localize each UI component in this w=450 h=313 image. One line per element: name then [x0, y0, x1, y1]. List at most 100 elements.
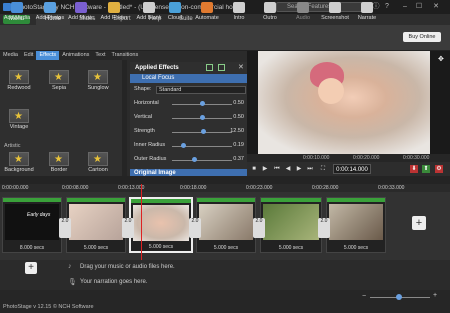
maximize-button[interactable]: ☐: [413, 1, 425, 13]
add-photos-button[interactable]: Add Photos: [33, 2, 67, 24]
tab-edit[interactable]: Edit: [21, 51, 36, 60]
intro-icon: [233, 2, 245, 13]
effect-cartoon[interactable]: ★ Cartoon: [83, 152, 113, 173]
narration-track[interactable]: 🎙 Your narration goes here.: [0, 276, 450, 290]
rewind-icon[interactable]: ◀: [284, 165, 292, 173]
transition-marker[interactable]: 2.0: [59, 218, 71, 238]
timeline-toolbar: [0, 176, 450, 184]
effect-border[interactable]: ★ Border: [44, 152, 74, 173]
cloud-icon: [169, 2, 181, 13]
add-track-button[interactable]: +: [25, 262, 37, 274]
transition-marker[interactable]: 2.0: [189, 218, 201, 238]
shape-select[interactable]: Standard: [156, 86, 246, 94]
star-icon: ★: [54, 154, 63, 165]
transition-duration: 2.0: [61, 218, 69, 224]
timeline-clip[interactable]: Early days 8.000 secs: [2, 197, 62, 253]
preview-tick: 0:00:10.000: [303, 155, 330, 161]
play-icon[interactable]: ▶: [261, 165, 269, 173]
add-media-button[interactable]: Add Media: [0, 2, 34, 24]
param-vertical[interactable]: Vertical 0.50: [134, 114, 246, 122]
param-outer-radius[interactable]: Outer Radius 0.37: [134, 156, 246, 164]
cloud-button[interactable]: Cloud: [158, 2, 192, 24]
add-music-label: Add Music: [68, 15, 94, 21]
transition-marker[interactable]: 2.0: [122, 218, 134, 238]
narration-hint: Your narration goes here.: [80, 279, 148, 285]
previous-icon[interactable]: ⏮: [273, 165, 281, 173]
clip-caption: Early days: [27, 212, 51, 218]
add-folder-button[interactable]: Add Folder: [97, 2, 131, 24]
audio-button[interactable]: Audio: [286, 2, 320, 24]
audio-label: Audio: [295, 15, 311, 21]
music-icon: ♪: [68, 263, 72, 270]
expand-icon[interactable]: ✥: [438, 55, 444, 63]
preview-tick: 0:00:30.000: [403, 155, 430, 161]
param-strength[interactable]: Strength 12.50: [134, 128, 246, 136]
timeline-clip[interactable]: 5.000 secs: [260, 197, 322, 253]
timeline-ruler[interactable]: 0:00:00.000 0:00:08.000 0:00:13.000 0:00…: [0, 184, 450, 192]
narrate-button[interactable]: Narrate: [350, 2, 384, 24]
intro-button[interactable]: Intro: [222, 2, 256, 24]
intro-label: Intro: [233, 15, 245, 21]
outro-button[interactable]: Outro: [253, 2, 287, 24]
add-effect-icon[interactable]: [206, 64, 213, 71]
timeline-clip[interactable]: 5.000 secs: [326, 197, 386, 253]
slider-knob[interactable]: [180, 143, 186, 148]
settings-icon[interactable]: ⚙: [435, 165, 443, 173]
zoom-out-icon[interactable]: −: [362, 293, 366, 300]
tab-transitions[interactable]: Transitions: [109, 51, 142, 60]
slider-knob[interactable]: [199, 115, 205, 120]
close-panel-icon[interactable]: ✕: [238, 63, 244, 71]
slider-knob[interactable]: [200, 129, 206, 134]
add-clip-button[interactable]: +: [412, 216, 426, 230]
remove-effect-icon[interactable]: [218, 64, 225, 71]
effect-background[interactable]: ★ Background: [4, 152, 34, 173]
stop-icon[interactable]: ■: [250, 165, 258, 173]
slider-knob[interactable]: [199, 101, 205, 106]
timeline-clip[interactable]: 5.000 secs: [196, 197, 256, 253]
export-icon[interactable]: ⬇: [410, 165, 418, 173]
timeline-clip[interactable]: 5.000 secs: [66, 197, 126, 253]
effect-sepia[interactable]: ★ Sepia: [44, 70, 74, 91]
zoom-knob[interactable]: [396, 294, 402, 300]
param-value: 12.50: [230, 128, 244, 134]
slider-knob[interactable]: [191, 157, 197, 162]
zoom-in-icon[interactable]: +: [433, 292, 437, 299]
applied-effects-panel: Applied Effects ✕ Local Focus Shape: Sta…: [130, 62, 248, 178]
effect-vintage[interactable]: ★ Vintage: [4, 109, 34, 130]
close-button[interactable]: ✕: [430, 1, 442, 13]
snapshot-icon[interactable]: ⬆: [422, 165, 430, 173]
fullscreen-icon[interactable]: ⛶: [319, 165, 327, 173]
screenshot-button[interactable]: Screenshot: [318, 2, 352, 24]
param-horizontal[interactable]: Horizontal 0.50: [134, 100, 246, 108]
transition-duration: 2.0: [191, 218, 199, 224]
add-music-icon: [75, 2, 87, 13]
local-focus-effect[interactable]: Local Focus: [130, 74, 248, 83]
param-label: Inner Radius: [134, 142, 166, 148]
playhead[interactable]: [141, 184, 142, 260]
narrate-label: Narrate: [357, 15, 377, 21]
tab-effects[interactable]: Effects: [36, 51, 60, 60]
audio-track[interactable]: ♪ Drag your music or audio files here.: [0, 260, 450, 276]
minimize-button[interactable]: –: [399, 1, 411, 13]
panel-tabs: Media Edit Effects Animations Text Trans…: [0, 51, 138, 60]
transition-marker[interactable]: 2.0: [253, 218, 265, 238]
buy-online-button[interactable]: Buy Online: [403, 32, 441, 42]
add-music-button[interactable]: Add Music: [64, 2, 98, 24]
shape-row: Shape: Standard: [134, 86, 246, 94]
next-icon[interactable]: ⏭: [306, 165, 314, 173]
slider-track[interactable]: [172, 160, 232, 161]
timeline-clip[interactable]: 5.000 secs: [129, 197, 193, 253]
effect-redwood[interactable]: ★ Redwood: [4, 70, 34, 91]
param-inner-radius[interactable]: Inner Radius 0.19: [134, 142, 246, 150]
effect-thumbnail: ★: [49, 152, 69, 166]
effects-scrollbar[interactable]: [122, 60, 127, 176]
automate-button[interactable]: Automate: [190, 2, 224, 24]
tab-media[interactable]: Media: [0, 51, 21, 60]
forward-icon[interactable]: ▶: [295, 165, 303, 173]
effect-sunglow[interactable]: ★ Sunglow: [83, 70, 113, 91]
tab-text[interactable]: Text: [92, 51, 108, 60]
clip-bar: [327, 198, 385, 202]
tab-animations[interactable]: Animations: [59, 51, 92, 60]
transition-marker[interactable]: 2.0: [318, 218, 330, 238]
transition-duration: 2.0: [320, 218, 328, 224]
